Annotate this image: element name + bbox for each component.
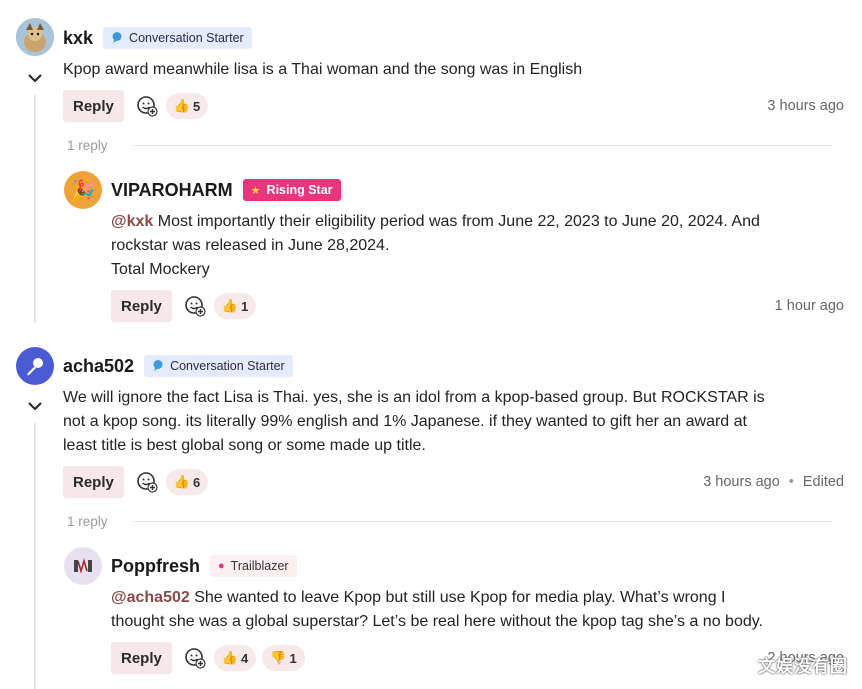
thread-line: [34, 423, 36, 689]
badge-label: Conversation Starter: [129, 31, 244, 45]
badge-label: Trailblazer: [230, 559, 289, 573]
comment-text: We will ignore the fact Lisa is Thai. ye…: [63, 386, 853, 458]
add-reaction-icon[interactable]: [182, 645, 208, 671]
dislike-count: 1: [289, 650, 297, 666]
thread-line: [34, 95, 36, 323]
watermark: 文娱没有圈: [758, 657, 848, 676]
dislike-pill[interactable]: 👎 1: [262, 645, 305, 671]
accordion-icon: [74, 558, 92, 574]
badge-label: Rising Star: [266, 183, 333, 197]
like-pill[interactable]: 👍 4: [213, 645, 257, 671]
timestamp: 1 hour ago: [774, 298, 844, 314]
comment-text-line: not a kpop song. its literally 99% engli…: [63, 413, 747, 430]
badge-conversation-starter: Conversation Starter: [144, 355, 293, 377]
like-pill[interactable]: 👍 1: [213, 293, 257, 319]
comment-text-line: Kpop award meanwhile lisa is a Thai woma…: [63, 61, 583, 78]
timestamp: 3 hours ago: [767, 98, 844, 114]
badge-rising-star: ★ Rising Star: [242, 179, 341, 201]
reply-button[interactable]: Reply: [111, 290, 172, 322]
add-reaction-icon[interactable]: [134, 93, 160, 119]
avatar-acha502[interactable]: [16, 347, 54, 385]
badge-conversation-starter: Conversation Starter: [103, 27, 252, 49]
rocket-icon: ●: [218, 560, 225, 572]
party-icon: 🎉: [70, 179, 96, 202]
microphone-icon: [27, 358, 43, 376]
replies-count[interactable]: 1 reply: [67, 138, 133, 153]
comment-text-line: Total Mockery: [111, 261, 210, 278]
comment-text: Kpop award meanwhile lisa is a Thai woma…: [63, 58, 582, 82]
comment-text-line: We will ignore the fact Lisa is Thai. ye…: [63, 389, 765, 406]
add-reaction-icon[interactable]: [134, 469, 160, 495]
avatar-kxk[interactable]: [16, 18, 54, 56]
comment-text-line: She wanted to leave Kpop but still use K…: [189, 589, 726, 606]
comment-text-line: Most importantly their eligibility perio…: [153, 213, 760, 230]
avatar-viparoharm[interactable]: 🎉: [64, 171, 102, 209]
separator-dot: •: [788, 474, 794, 490]
username[interactable]: kxk: [63, 28, 93, 49]
timestamp: 3 hours ago: [703, 474, 780, 490]
comment-text-line: rockstar was released in June 28,2024.: [111, 237, 390, 254]
collapse-caret-icon[interactable]: [27, 398, 43, 414]
username[interactable]: Poppfresh: [111, 556, 200, 577]
comment-text: @acha502 She wanted to leave Kpop but st…: [111, 586, 856, 634]
mention-link[interactable]: @kxk: [111, 213, 153, 230]
like-pill[interactable]: 👍 5: [165, 93, 209, 119]
star-icon: ★: [250, 184, 261, 197]
reply-button[interactable]: Reply: [63, 90, 124, 122]
badge-label: Conversation Starter: [170, 359, 285, 373]
like-pill[interactable]: 👍 6: [165, 469, 209, 495]
thumbs-up-icon: 👍: [221, 298, 239, 313]
reply-button[interactable]: Reply: [111, 642, 172, 674]
edited-label: Edited: [802, 474, 844, 490]
avatar-poppfresh[interactable]: [64, 547, 102, 585]
username[interactable]: VIPAROHARM: [111, 180, 233, 201]
comment-text: @kxk Most importantly their eligibility …: [111, 210, 846, 282]
comment-text-line: thought she was a global superstar? Let’…: [111, 613, 763, 630]
badge-trailblazer: ● Trailblazer: [210, 555, 297, 577]
username[interactable]: acha502: [63, 356, 134, 377]
add-reaction-icon[interactable]: [182, 293, 208, 319]
thumbs-up-icon: 👍: [173, 98, 191, 113]
like-count: 6: [193, 474, 201, 490]
collapse-caret-icon[interactable]: [27, 70, 43, 86]
speech-bubble-icon: [152, 359, 164, 374]
thumbs-up-icon: 👍: [221, 650, 239, 665]
like-count: 1: [241, 298, 249, 314]
speech-bubble-icon: [111, 31, 123, 46]
replies-count[interactable]: 1 reply: [67, 514, 133, 529]
divider: [133, 145, 833, 146]
comment-text-line: least title is best global song or some …: [63, 437, 426, 454]
thumbs-down-icon: 👎: [270, 650, 287, 665]
mention-link[interactable]: @acha502: [111, 589, 190, 606]
like-count: 5: [193, 98, 201, 114]
like-count: 4: [241, 650, 249, 666]
reply-button[interactable]: Reply: [63, 466, 124, 498]
thumbs-up-icon: 👍: [173, 474, 191, 489]
divider: [133, 521, 833, 522]
